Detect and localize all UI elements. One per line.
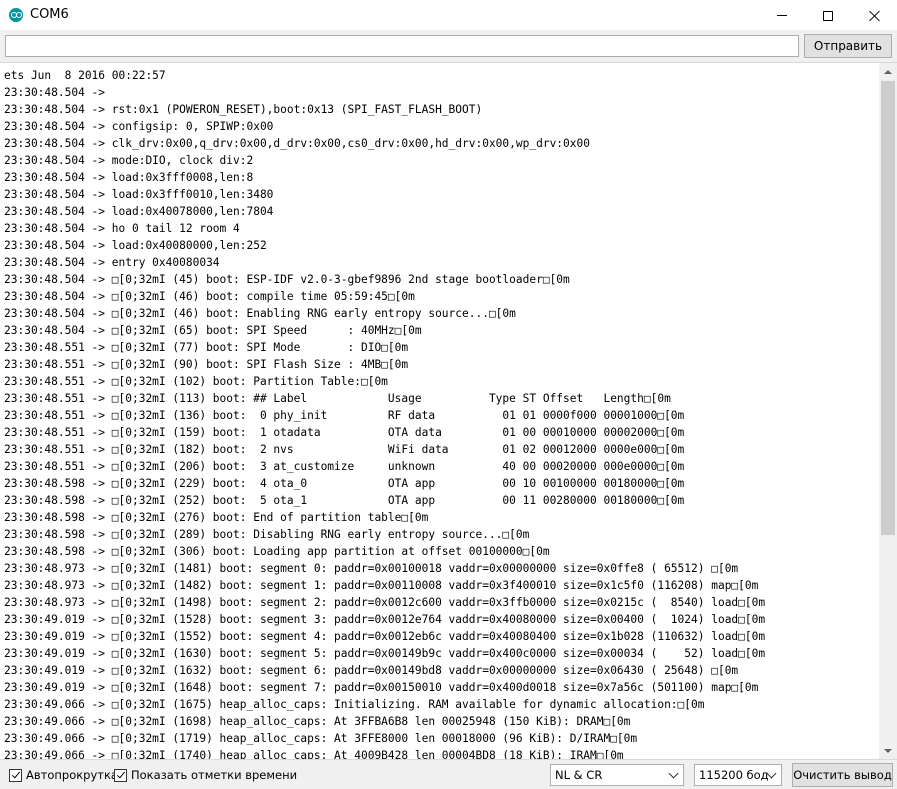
output-line: 23:30:48.598 -> □[0;32mI (276) boot: End… xyxy=(4,511,429,524)
output-line: 23:30:48.504 -> mode:DIO, clock div:2 xyxy=(4,154,254,167)
vertical-scrollbar[interactable] xyxy=(879,63,897,759)
title-bar: COM6 xyxy=(0,0,897,31)
output-line: ets Jun 8 2016 00:22:57 xyxy=(4,69,166,82)
output-line: 23:30:48.973 -> □[0;32mI (1498) boot: se… xyxy=(4,596,766,609)
output-line: 23:30:49.019 -> □[0;32mI (1528) boot: se… xyxy=(4,613,766,626)
output-line: 23:30:48.551 -> □[0;32mI (113) boot: ## … xyxy=(4,392,671,405)
arduino-icon xyxy=(9,8,23,22)
scroll-thumb[interactable] xyxy=(881,81,895,535)
output-line: 23:30:48.504 -> load:0x3fff0010,len:3480 xyxy=(4,188,274,201)
output-line: 23:30:48.973 -> □[0;32mI (1482) boot: se… xyxy=(4,579,759,592)
output-line: 23:30:49.019 -> □[0;32mI (1648) boot: se… xyxy=(4,681,759,694)
scroll-down-button[interactable] xyxy=(879,742,897,759)
send-bar: Отправить xyxy=(0,31,897,62)
send-button[interactable]: Отправить xyxy=(804,34,892,58)
timestamps-toggle[interactable]: Показать отметки времени xyxy=(114,767,297,783)
arrow-down-icon xyxy=(884,748,892,753)
window-title: COM6 xyxy=(30,7,69,22)
send-input[interactable] xyxy=(5,35,799,57)
output-line: 23:30:48.551 -> □[0;32mI (206) boot: 3 a… xyxy=(4,460,685,473)
output-line: 23:30:48.551 -> □[0;32mI (159) boot: 1 o… xyxy=(4,426,685,439)
minimize-icon xyxy=(777,15,787,16)
arrow-up-icon xyxy=(884,69,892,74)
baud-rate-select[interactable]: 115200 бод xyxy=(694,764,782,786)
status-bar: Автопрокрутка Показать отметки времени N… xyxy=(0,759,897,789)
output-line: 23:30:48.504 -> load:0x3fff0008,len:8 xyxy=(4,171,254,184)
output-line: 23:30:48.504 -> entry 0x40080034 xyxy=(4,256,220,269)
output-line: 23:30:48.551 -> □[0;32mI (182) boot: 2 n… xyxy=(4,443,685,456)
timestamps-label: Показать отметки времени xyxy=(131,768,298,782)
output-line: 23:30:48.551 -> □[0;32mI (102) boot: Par… xyxy=(4,375,388,388)
maximize-button[interactable] xyxy=(805,0,851,31)
output-line: 23:30:48.598 -> □[0;32mI (306) boot: Loa… xyxy=(4,545,550,558)
serial-output: ets Jun 8 2016 00:22:57 23:30:48.504 -> 2… xyxy=(0,62,897,759)
minimize-button[interactable] xyxy=(759,0,805,31)
maximize-icon xyxy=(823,10,833,21)
output-line: 23:30:48.598 -> □[0;32mI (289) boot: Dis… xyxy=(4,528,530,541)
output-line: 23:30:49.066 -> □[0;32mI (1698) heap_all… xyxy=(4,715,631,728)
output-line: 23:30:48.973 -> □[0;32mI (1481) boot: se… xyxy=(4,562,739,575)
clear-output-button[interactable]: Очистить вывод xyxy=(792,763,893,787)
close-button[interactable] xyxy=(851,0,897,31)
output-line: 23:30:48.598 -> □[0;32mI (252) boot: 5 o… xyxy=(4,494,685,507)
output-line: 23:30:48.504 -> xyxy=(4,86,112,99)
scroll-up-button[interactable] xyxy=(879,63,897,80)
output-line: 23:30:48.504 -> □[0;32mI (46) boot: Enab… xyxy=(4,307,516,320)
output-line: 23:30:48.504 -> load:0x40078000,len:7804 xyxy=(4,205,274,218)
output-line: 23:30:49.019 -> □[0;32mI (1552) boot: se… xyxy=(4,630,766,643)
output-line: 23:30:49.019 -> □[0;32mI (1632) boot: se… xyxy=(4,664,739,677)
output-line: 23:30:49.066 -> □[0;32mI (1719) heap_all… xyxy=(4,732,638,745)
baud-rate-value: 115200 бод xyxy=(699,768,769,782)
output-line: 23:30:48.551 -> □[0;32mI (77) boot: SPI … xyxy=(4,341,409,354)
output-line: 23:30:49.019 -> □[0;32mI (1630) boot: se… xyxy=(4,647,766,660)
output-line: 23:30:48.504 -> □[0;32mI (45) boot: ESP-… xyxy=(4,273,570,286)
timestamps-checkbox[interactable] xyxy=(114,768,127,782)
output-line: 23:30:48.504 -> rst:0x1 (POWERON_RESET),… xyxy=(4,103,483,116)
output-line: 23:30:48.504 -> clk_drv:0x00,q_drv:0x00,… xyxy=(4,137,590,150)
output-line: 23:30:49.066 -> □[0;32mI (1675) heap_all… xyxy=(4,698,705,711)
line-ending-select[interactable]: NL & CR xyxy=(550,764,684,786)
autoscroll-toggle[interactable]: Автопрокрутка xyxy=(9,767,118,783)
chevron-down-icon xyxy=(668,768,679,779)
output-text: ets Jun 8 2016 00:22:57 23:30:48.504 -> 2… xyxy=(4,67,878,759)
output-line: 23:30:48.598 -> □[0;32mI (229) boot: 4 o… xyxy=(4,477,685,490)
output-line: 23:30:48.504 -> configsip: 0, SPIWP:0x00 xyxy=(4,120,274,133)
line-ending-value: NL & CR xyxy=(555,768,603,782)
output-line: 23:30:48.504 -> □[0;32mI (46) boot: comp… xyxy=(4,290,415,303)
output-line: 23:30:48.551 -> □[0;32mI (90) boot: SPI … xyxy=(4,358,409,371)
close-icon xyxy=(868,10,880,22)
autoscroll-label: Автопрокрутка xyxy=(26,768,118,782)
output-line: 23:30:48.504 -> load:0x40080000,len:252 xyxy=(4,239,267,252)
output-line: 23:30:48.551 -> □[0;32mI (136) boot: 0 p… xyxy=(4,409,685,422)
autoscroll-checkbox[interactable] xyxy=(9,768,22,782)
output-line: 23:30:48.504 -> □[0;32mI (65) boot: SPI … xyxy=(4,324,422,337)
output-line: 23:30:48.504 -> ho 0 tail 12 room 4 xyxy=(4,222,240,235)
output-line: 23:30:49.066 -> □[0;32mI (1740) heap_all… xyxy=(4,749,624,759)
